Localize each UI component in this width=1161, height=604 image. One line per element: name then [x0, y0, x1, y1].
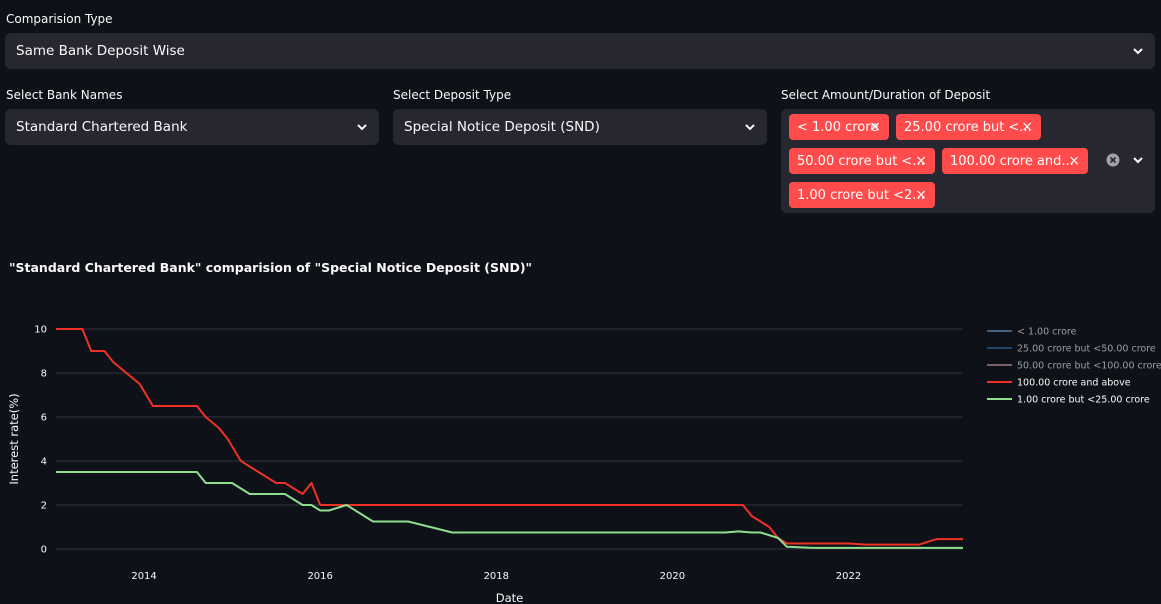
- remove-chip-icon[interactable]: ×: [1068, 148, 1080, 174]
- bank-names-value: Standard Chartered Bank: [16, 119, 188, 135]
- chip-label: 1.00 crore but <2...: [797, 187, 925, 203]
- remove-chip-icon[interactable]: ×: [869, 114, 881, 140]
- y-tick-label: 0: [41, 545, 47, 556]
- y-axis-label: Interest rate(%): [7, 393, 21, 484]
- deposit-type-value: Special Notice Deposit (SND): [404, 119, 600, 135]
- remove-chip-icon[interactable]: ×: [915, 182, 927, 208]
- selected-chip[interactable]: < 1.00 crore ×: [789, 114, 889, 140]
- x-tick-label: 2014: [131, 571, 156, 582]
- amount-duration-multiselect[interactable]: < 1.00 crore × 25.00 crore but <... × 50.0…: [781, 109, 1155, 213]
- x-tick-label: 2018: [484, 571, 509, 582]
- chip-label: 100.00 crore and...: [950, 153, 1074, 169]
- y-tick-label: 8: [41, 369, 47, 380]
- chart-title: "Standard Chartered Bank" comparision of…: [9, 260, 533, 275]
- legend-label: 100.00 crore and above: [1017, 378, 1131, 389]
- amount-duration-label: Select Amount/Duration of Deposit: [781, 88, 991, 102]
- legend-label: 25.00 crore but <50.00 crore: [1017, 344, 1156, 355]
- y-tick-label: 6: [41, 413, 47, 424]
- x-tick-label: 2022: [836, 571, 861, 582]
- legend-label: 1.00 crore but <25.00 crore: [1017, 395, 1150, 406]
- deposit-type-label: Select Deposit Type: [393, 88, 512, 102]
- comparison-type-label: Comparision Type: [6, 12, 113, 26]
- chevron-down-icon[interactable]: [1131, 44, 1145, 58]
- series-line: [56, 471, 963, 549]
- x-tick-label: 2020: [660, 571, 685, 582]
- selected-chip[interactable]: 50.00 crore but <... ×: [789, 148, 935, 174]
- series-line: [56, 328, 963, 546]
- selected-chip[interactable]: 1.00 crore but <2... ×: [789, 182, 935, 208]
- selected-chip[interactable]: 25.00 crore but <... ×: [896, 114, 1041, 140]
- clear-all-icon[interactable]: [1106, 153, 1120, 167]
- chip-label: 25.00 crore but <...: [904, 119, 1032, 135]
- legend-label: < 1.00 crore: [1017, 327, 1077, 338]
- y-tick-label: 4: [41, 457, 47, 468]
- comparison-type-value: Same Bank Deposit Wise: [16, 43, 185, 59]
- line-chart: 0 2 4 6 8 10 2014 2016 2018 2020 2022 Date Interest …: [7, 325, 1161, 604]
- chevron-down-icon[interactable]: [355, 120, 369, 134]
- bank-names-select[interactable]: Standard Chartered Bank: [5, 109, 379, 145]
- bank-names-label: Select Bank Names: [6, 88, 123, 102]
- deposit-type-select[interactable]: Special Notice Deposit (SND): [393, 109, 767, 145]
- remove-chip-icon[interactable]: ×: [915, 148, 927, 174]
- y-tick-label: 10: [34, 325, 47, 336]
- chip-label: 50.00 crore but <...: [797, 153, 925, 169]
- comparison-type-select[interactable]: Same Bank Deposit Wise: [5, 33, 1155, 69]
- remove-chip-icon[interactable]: ×: [1021, 114, 1033, 140]
- chevron-down-icon[interactable]: [1131, 153, 1145, 167]
- y-tick-label: 2: [41, 501, 47, 512]
- x-axis-label: Date: [496, 591, 524, 604]
- chevron-down-icon[interactable]: [743, 120, 757, 134]
- legend-label: 50.00 crore but <100.00 crore: [1017, 361, 1161, 372]
- chip-label: < 1.00 crore: [797, 119, 879, 135]
- selected-chip[interactable]: 100.00 crore and... ×: [942, 148, 1088, 174]
- x-tick-label: 2016: [307, 571, 332, 582]
